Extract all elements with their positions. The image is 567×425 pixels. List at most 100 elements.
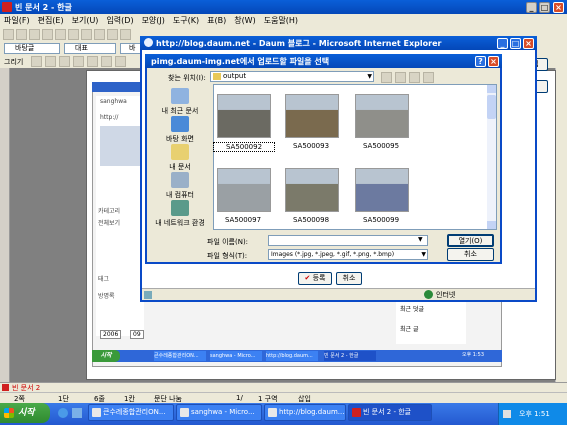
blog-recent-posts: 최근 글 bbox=[400, 326, 419, 333]
inner-task-item: 빈 문서 2 - 한글 bbox=[324, 351, 376, 361]
place-my-computer[interactable]: 내 컴퓨터 bbox=[151, 172, 209, 200]
file-list-scrollbar[interactable] bbox=[487, 85, 496, 229]
hwp-doc-icon bbox=[2, 384, 9, 391]
desktop-icon bbox=[171, 116, 189, 132]
taskbar-item-2[interactable]: http://blog.daum.... bbox=[264, 404, 346, 421]
status-pos: 1/ bbox=[236, 394, 243, 402]
new-folder-icon[interactable] bbox=[409, 72, 420, 83]
font-select-value: 대표 bbox=[75, 44, 88, 52]
table-icon[interactable] bbox=[120, 29, 131, 40]
place-my-documents[interactable]: 내 문서 bbox=[151, 144, 209, 172]
arc-icon[interactable] bbox=[87, 56, 98, 67]
quicklaunch-desktop-icon[interactable] bbox=[72, 408, 82, 418]
file-name-label[interactable]: SA500095 bbox=[351, 142, 411, 150]
file-name-label[interactable]: SA500093 bbox=[281, 142, 341, 150]
file-name-label[interactable]: SA500092 bbox=[213, 142, 275, 152]
menu-view[interactable]: 보기(U) bbox=[68, 14, 103, 28]
maximize-button[interactable]: □ bbox=[539, 2, 550, 13]
cut-icon[interactable] bbox=[55, 29, 66, 40]
save-icon[interactable] bbox=[29, 29, 40, 40]
file-thumbnail[interactable] bbox=[217, 168, 271, 212]
print-icon[interactable] bbox=[42, 29, 53, 40]
polygon-icon[interactable] bbox=[101, 56, 112, 67]
minimize-button[interactable]: _ bbox=[526, 2, 537, 13]
hwp-title-bar[interactable]: 빈 문서 2 - 한글 _ □ × bbox=[0, 0, 567, 14]
file-thumbnail[interactable] bbox=[355, 94, 409, 138]
menu-insert[interactable]: 입력(D) bbox=[102, 14, 137, 28]
dialog-close-button[interactable]: × bbox=[488, 56, 499, 67]
menu-file[interactable]: 파일(F) bbox=[0, 14, 34, 28]
start-button[interactable]: 시작 bbox=[0, 403, 50, 423]
tray-network-icon[interactable] bbox=[503, 410, 511, 418]
rect-icon[interactable] bbox=[59, 56, 70, 67]
file-name-label[interactable]: SA500097 bbox=[213, 216, 273, 224]
select-icon[interactable] bbox=[31, 56, 42, 67]
menu-table[interactable]: 표(B) bbox=[203, 14, 230, 28]
place-network[interactable]: 내 네트워크 환경 bbox=[151, 200, 209, 228]
ellipse-icon[interactable] bbox=[73, 56, 84, 67]
font-select[interactable]: 대표 bbox=[64, 43, 116, 54]
ie-minimize-button[interactable]: _ bbox=[497, 38, 508, 49]
file-thumbnail[interactable] bbox=[355, 168, 409, 212]
blog-year-select[interactable]: 2006 bbox=[100, 330, 122, 339]
copy-icon[interactable] bbox=[68, 29, 79, 40]
filename-input[interactable] bbox=[268, 235, 428, 246]
dialog-title-bar[interactable]: pimg.daum-img.net에서 업로드할 파일을 선택 ? × bbox=[145, 54, 502, 68]
undo-icon[interactable] bbox=[94, 29, 105, 40]
scroll-up-icon[interactable] bbox=[487, 85, 496, 93]
back-icon[interactable] bbox=[381, 72, 392, 83]
scroll-thumb[interactable] bbox=[487, 95, 496, 119]
hwp-vertical-scrollbar[interactable] bbox=[555, 68, 567, 382]
ie-title-bar[interactable]: http://blog.daum.net - Daum 블로그 - Micros… bbox=[140, 36, 537, 50]
quicklaunch-ie-icon[interactable] bbox=[58, 408, 68, 418]
menu-help[interactable]: 도움말(H) bbox=[260, 14, 302, 28]
inner-clock: 오후 1:53 bbox=[462, 352, 485, 358]
open-icon[interactable] bbox=[16, 29, 27, 40]
menu-format[interactable]: 모양(J) bbox=[138, 14, 169, 28]
view-menu-icon[interactable] bbox=[423, 72, 434, 83]
menu-tools[interactable]: 도구(K) bbox=[169, 14, 203, 28]
file-thumbnail[interactable] bbox=[285, 94, 339, 138]
lookin-value: output bbox=[223, 72, 247, 80]
up-folder-icon[interactable] bbox=[395, 72, 406, 83]
ie-maximize-button[interactable]: □ bbox=[510, 38, 521, 49]
register-button[interactable]: ✔ 등록 bbox=[298, 272, 332, 285]
filename-dropdown-icon[interactable]: ▼ bbox=[418, 236, 423, 243]
place-recent[interactable]: 내 최근 문서 bbox=[151, 88, 209, 116]
menu-edit[interactable]: 편집(E) bbox=[34, 14, 68, 28]
ie-close-button[interactable]: × bbox=[523, 38, 534, 49]
open-button[interactable]: 열기(O) bbox=[447, 234, 494, 247]
textbox-icon[interactable] bbox=[115, 56, 126, 67]
inner-taskbar: 시작 큰수레종합관리ON... sanghwa - Micro... http:… bbox=[92, 350, 502, 362]
hwp-menu-bar: 파일(F) 편집(E) 보기(U) 입력(D) 모양(J) 도구(K) 표(B) 창(W) 도움… bbox=[0, 14, 567, 28]
dialog-cancel-button[interactable]: 취소 bbox=[447, 248, 494, 261]
hwp-status-bar: 2쪽 1단 6줄 1칸 문단 나눔 1/ 1 구역 삽입 bbox=[0, 392, 567, 403]
file-thumbnail[interactable] bbox=[285, 168, 339, 212]
lookin-select[interactable]: output ▼ bbox=[210, 71, 374, 82]
blog-month-select[interactable]: 09 bbox=[130, 330, 144, 339]
close-button[interactable]: × bbox=[553, 2, 564, 13]
ie-cancel-button[interactable]: 취소 bbox=[336, 272, 362, 285]
scroll-down-icon[interactable] bbox=[487, 221, 496, 229]
file-name-label[interactable]: SA500098 bbox=[281, 216, 341, 224]
menu-window[interactable]: 창(W) bbox=[230, 14, 260, 28]
line-icon[interactable] bbox=[45, 56, 56, 67]
font-face-select[interactable]: 바 bbox=[120, 43, 142, 54]
new-icon[interactable] bbox=[3, 29, 14, 40]
place-desktop[interactable]: 바탕 화면 bbox=[151, 116, 209, 144]
file-name-label[interactable]: SA500099 bbox=[351, 216, 411, 224]
taskbar-item-3[interactable]: 빈 문서 2 - 한글 bbox=[348, 404, 432, 421]
taskbar-item-0[interactable]: 큰수레종합관리ON... bbox=[88, 404, 174, 421]
inner-task-item: http://blog.daum... bbox=[266, 351, 318, 361]
dialog-help-button[interactable]: ? bbox=[475, 56, 486, 67]
taskbar-item-1[interactable]: sanghwa - Micro... bbox=[176, 404, 262, 421]
filetype-value: Images (*.jpg, *.jpeg, *.gif, *.png, *.b… bbox=[271, 251, 395, 258]
file-thumbnail[interactable] bbox=[217, 94, 271, 138]
style-select[interactable]: 바탕글 bbox=[4, 43, 60, 54]
paste-icon[interactable] bbox=[81, 29, 92, 40]
draw-label[interactable]: 그리기 bbox=[4, 57, 23, 67]
taskbar-item-label: 큰수레종합관리ON... bbox=[103, 408, 166, 416]
blog-calendar-area: 2006 09 bbox=[96, 328, 156, 342]
filetype-select[interactable]: Images (*.jpg, *.jpeg, *.gif, *.png, *.b… bbox=[268, 249, 428, 260]
redo-icon[interactable] bbox=[107, 29, 118, 40]
